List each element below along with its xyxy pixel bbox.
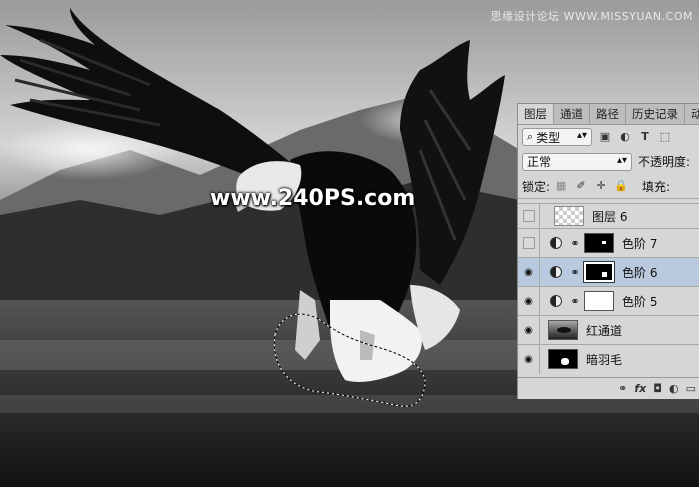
watermark-top: 思缘设计论坛 WWW.MISSYUAN.COM xyxy=(490,10,693,23)
layer-thumbnail xyxy=(548,320,578,340)
layer-row[interactable]: ◉ 暗羽毛 xyxy=(518,344,699,374)
adjustment-icon[interactable]: ◐ xyxy=(669,382,679,395)
layer-mask-thumbnail[interactable] xyxy=(583,261,615,283)
link-icon[interactable]: ⚭ xyxy=(618,382,627,395)
lock-row: 锁定: ▦ ✐ ✛ 🔒 填充: xyxy=(518,174,699,199)
tab-paths[interactable]: 路径 xyxy=(590,104,626,124)
search-icon: ⌕ xyxy=(527,130,534,143)
visibility-toggle[interactable]: ◉ xyxy=(518,344,540,374)
levels-adjustment-icon xyxy=(550,237,562,249)
filter-row: ⌕ 类型 ▴▾ ▣ ◐ T ⬚ xyxy=(518,125,699,149)
layer-name: 暗羽毛 xyxy=(586,352,623,367)
chain-link-icon[interactable]: ⚭ xyxy=(570,266,580,279)
lock-pixels-icon[interactable]: ✐ xyxy=(574,179,588,193)
updown-icon: ▴▾ xyxy=(616,154,627,166)
layer-mask-thumbnail[interactable] xyxy=(584,233,614,253)
tab-channels[interactable]: 通道 xyxy=(554,104,590,124)
layer-row[interactable]: ◉ 红通道 xyxy=(518,315,699,345)
visibility-toggle[interactable] xyxy=(518,228,540,258)
layers-panel: 图层 通道 路径 历史记录 动 ⌕ 类型 ▴▾ ▣ ◐ T ⬚ 正常 ▴▾ 不透… xyxy=(517,103,699,399)
layer-mask-thumbnail[interactable] xyxy=(584,291,614,311)
folder-icon[interactable]: ▭ xyxy=(686,382,696,395)
adjustment-filter-icon[interactable]: ◐ xyxy=(618,130,632,144)
chain-link-icon[interactable]: ⚭ xyxy=(570,237,580,250)
visibility-toggle[interactable]: ◉ xyxy=(518,286,540,316)
layer-name: 色阶 7 xyxy=(622,236,658,251)
mask-icon[interactable]: ◘ xyxy=(653,382,662,395)
filter-type-dropdown[interactable]: ⌕ 类型 ▴▾ xyxy=(522,128,592,146)
fx-icon[interactable]: fx xyxy=(634,382,646,395)
lock-position-icon[interactable]: ✛ xyxy=(594,179,608,193)
eye-icon: ◉ xyxy=(524,295,533,307)
image-filter-icon[interactable]: ▣ xyxy=(598,130,612,144)
visibility-toggle[interactable]: ◉ xyxy=(518,257,540,287)
text-filter-icon[interactable]: T xyxy=(638,130,652,144)
levels-adjustment-icon xyxy=(550,266,562,278)
eye-icon: ◉ xyxy=(524,266,533,278)
panel-tabs: 图层 通道 路径 历史记录 动 xyxy=(518,104,699,125)
watermark-center: www.240PS.com xyxy=(210,186,416,211)
layer-name: 图层 6 xyxy=(592,209,628,224)
hidden-box-icon xyxy=(522,210,535,222)
layer-row[interactable]: ◉ ⚭ 色阶 5 xyxy=(518,286,699,316)
opacity-label: 不透明度: xyxy=(638,155,691,169)
filter-type-label: 类型 xyxy=(536,130,561,145)
blend-row: 正常 ▴▾ 不透明度: xyxy=(518,149,699,174)
layer-name: 色阶 5 xyxy=(622,294,658,309)
layer-row[interactable]: ⚭ 色阶 7 xyxy=(518,228,699,258)
layer-row-selected[interactable]: ◉ ⚭ 色阶 6 xyxy=(518,257,699,287)
blend-mode-label: 正常 xyxy=(527,155,552,169)
chain-link-icon[interactable]: ⚭ xyxy=(570,295,580,308)
visibility-toggle[interactable] xyxy=(518,203,540,229)
eye-icon: ◉ xyxy=(524,324,533,336)
eye-icon: ◉ xyxy=(524,353,533,365)
panel-footer: ⚭ fx ◘ ◐ ▭ xyxy=(518,377,699,399)
layer-name: 色阶 6 xyxy=(622,265,658,280)
lock-label: 锁定: xyxy=(522,179,551,194)
tab-layers[interactable]: 图层 xyxy=(518,104,554,124)
updown-icon: ▴▾ xyxy=(576,130,587,141)
layer-thumbnail xyxy=(548,349,578,369)
hidden-box-icon xyxy=(522,237,535,249)
levels-adjustment-icon xyxy=(550,295,562,307)
shape-filter-icon[interactable]: ⬚ xyxy=(658,130,672,144)
tab-actions[interactable]: 动 xyxy=(685,104,699,124)
layer-thumbnail xyxy=(554,206,584,226)
layer-name: 红通道 xyxy=(586,323,623,338)
fill-label: 填充: xyxy=(642,179,671,194)
blend-mode-dropdown[interactable]: 正常 ▴▾ xyxy=(522,152,632,171)
visibility-toggle[interactable]: ◉ xyxy=(518,315,540,345)
tab-history[interactable]: 历史记录 xyxy=(626,104,685,124)
lock-all-icon[interactable]: 🔒 xyxy=(614,179,628,193)
layer-row[interactable]: 图层 6 xyxy=(518,203,699,229)
lock-transparent-icon[interactable]: ▦ xyxy=(554,179,568,193)
